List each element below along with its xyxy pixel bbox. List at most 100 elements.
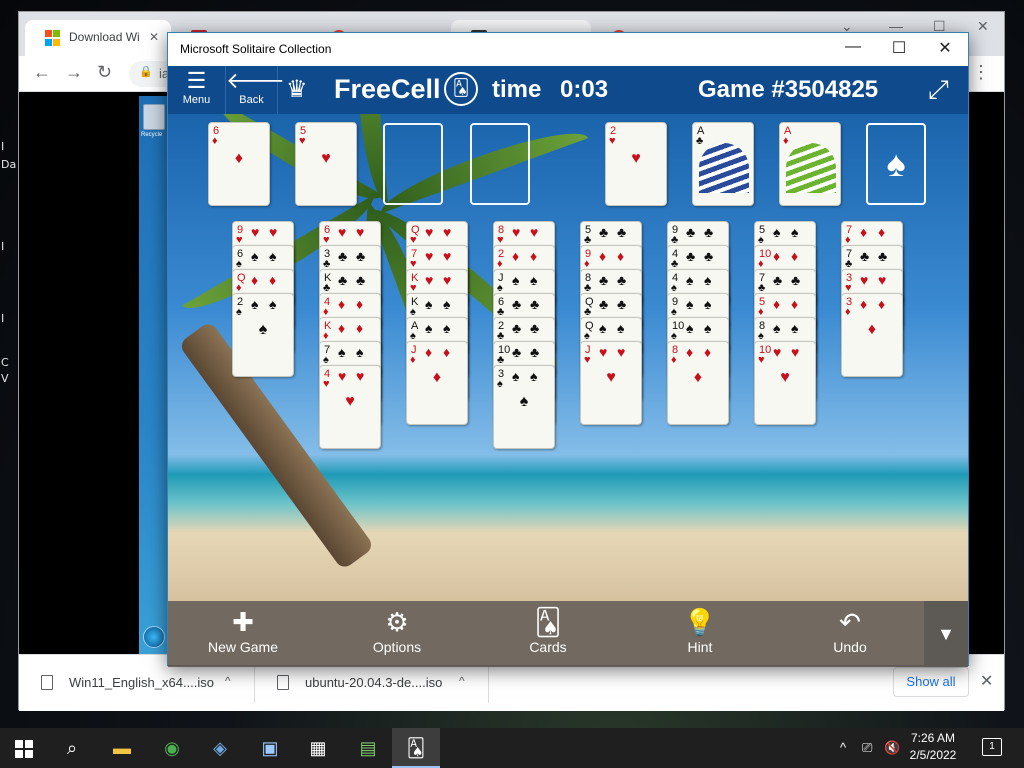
back-button[interactable]: 🡐 Back xyxy=(226,66,285,114)
tableau-card[interactable]: 3 ♦ ♦ ♦ ♦ xyxy=(841,293,903,377)
card-suit: ♠ xyxy=(791,224,799,240)
cards-label: Cards xyxy=(529,639,567,655)
installer-app-icon[interactable]: ▤ xyxy=(344,728,392,768)
card-suit: ♣ xyxy=(860,248,870,264)
network-icon[interactable]: ⎚ xyxy=(862,728,872,768)
tableau-card[interactable]: 8 ♦ ♦ ♦ ♦ xyxy=(667,341,729,425)
card-suit: ♦ xyxy=(791,296,799,312)
new-game-button[interactable]: ✚ New Game xyxy=(198,607,288,655)
card-suit: ♣ xyxy=(791,272,801,288)
tableau-card[interactable]: 2 ♠ ♠ ♠ ♠ xyxy=(232,293,294,377)
download-filename: ubuntu-20.04.3-de....iso xyxy=(305,675,443,690)
virtualbox-icon[interactable]: ◈ xyxy=(196,728,244,768)
empty-freecell-slot[interactable] xyxy=(383,123,443,205)
more-options-chevron-icon[interactable]: ▼ xyxy=(924,601,968,667)
card-pips: ♥ xyxy=(606,369,630,386)
foundation-card[interactable]: 2 ♥ ♥ xyxy=(605,122,667,206)
plus-icon: ✚ xyxy=(232,607,254,637)
chevron-up-icon[interactable]: ^ xyxy=(225,674,231,688)
card-suit: ♣ xyxy=(617,272,627,288)
search-icon[interactable]: ⌕ xyxy=(48,728,96,768)
forward-icon[interactable]: → xyxy=(65,62,83,83)
daily-challenge-badge-icon[interactable]: 🂡 xyxy=(444,72,478,106)
card-suit: ♥ xyxy=(269,224,278,240)
fullscreen-icon[interactable]: ⤢ xyxy=(928,74,949,106)
file-explorer-icon[interactable]: ▬ xyxy=(98,728,146,768)
card-suit: ♦ xyxy=(599,248,607,264)
hint-button[interactable]: 💡 Hint xyxy=(655,607,745,655)
start-button[interactable] xyxy=(0,728,48,768)
more-menu-icon[interactable]: ⋮ xyxy=(972,62,990,83)
close-window-icon[interactable]: ✕ xyxy=(977,18,989,35)
card-suit: ♣ xyxy=(512,296,522,312)
card-suit: ♠ xyxy=(704,272,712,288)
card-suit: ♠ xyxy=(512,272,520,288)
game-name: FreeCell xyxy=(334,74,441,104)
show-hidden-icons-chevron-icon[interactable]: ^ xyxy=(840,728,846,768)
card-pips: ♠ xyxy=(519,393,543,410)
card-suit: ♥ xyxy=(443,248,452,264)
tableau-card[interactable]: 3 ♠ ♠ ♠ ♠ xyxy=(493,365,555,449)
minimize-icon[interactable]: — xyxy=(830,38,876,56)
undo-label: Undo xyxy=(833,639,867,655)
card-suit: ♣ xyxy=(704,224,714,240)
recycle-bin-icon[interactable] xyxy=(143,104,165,130)
card-suit: ♦ xyxy=(791,248,799,264)
foundation-card[interactable]: A ♣ xyxy=(692,122,754,206)
card-suit: ♥ xyxy=(758,354,765,366)
maximize-icon[interactable]: ☐ xyxy=(876,38,922,58)
card-suit: ♣ xyxy=(878,248,888,264)
tableau-card[interactable]: 10 ♥ ♥ ♥ ♥ xyxy=(754,341,816,425)
options-button[interactable]: ⚙ Options xyxy=(352,607,442,655)
hint-label: Hint xyxy=(687,639,713,655)
calendar-app-icon[interactable]: ▦ xyxy=(294,728,342,768)
card-suit: ♦ xyxy=(773,296,781,312)
recycle-bin-label: Recycle xyxy=(141,132,163,138)
tableau-card[interactable]: J ♥ ♥ ♥ ♥ xyxy=(580,341,642,425)
card-suit: ♥ xyxy=(323,378,330,390)
card-suit: ♦ xyxy=(773,248,781,264)
undo-button[interactable]: ↶ Undo xyxy=(805,607,895,655)
tableau-card[interactable]: J ♦ ♦ ♦ ♦ xyxy=(406,341,468,425)
card-suit: ♥ xyxy=(251,224,260,240)
card-suit: ♥ xyxy=(425,248,434,264)
freecell-card[interactable]: 6 ♦ ♦ xyxy=(208,122,270,206)
clock-time[interactable]: 7:26 AM xyxy=(906,731,960,745)
card-suit: ♠ xyxy=(269,296,277,312)
volume-muted-icon[interactable]: 🔇 xyxy=(884,728,900,768)
solitaire-taskbar-icon[interactable]: 🂡 xyxy=(392,728,440,768)
card-pips: ♦ xyxy=(867,321,891,338)
cards-button[interactable]: 🂡 Cards xyxy=(503,607,593,655)
download-item[interactable]: Win11_English_x64....iso ^ xyxy=(19,663,255,703)
notification-center-icon[interactable]: 1 xyxy=(982,738,1002,756)
terminal-app-icon[interactable]: ▣ xyxy=(246,728,294,768)
chrome-icon[interactable]: ◉ xyxy=(148,728,196,768)
clock-date[interactable]: 2/5/2022 xyxy=(906,748,960,762)
back-icon[interactable]: ← xyxy=(33,62,51,83)
reload-icon[interactable]: ↻ xyxy=(97,62,112,83)
close-icon[interactable]: ✕ xyxy=(922,38,968,58)
file-icon xyxy=(41,675,53,690)
vm-start-orb-icon[interactable] xyxy=(143,626,165,648)
game-number: Game #3504825 xyxy=(698,76,879,103)
beach-chair-art-icon xyxy=(786,143,836,193)
menu-button[interactable]: ☰ Menu xyxy=(168,66,226,114)
foundation-card[interactable]: A ♦ xyxy=(779,122,841,206)
tableau-card[interactable]: 4 ♥ ♥ ♥ ♥ xyxy=(319,365,381,449)
card-suit: ♦ xyxy=(704,344,712,360)
close-tab-icon[interactable]: ✕ xyxy=(149,30,159,44)
time-label: time xyxy=(492,76,542,103)
card-suit: ♦ xyxy=(671,354,677,366)
freecell-card[interactable]: 5 ♥ ♥ xyxy=(295,122,357,206)
download-item[interactable]: ubuntu-20.04.3-de....iso ^ xyxy=(255,663,489,703)
cards-icon: 🂡 xyxy=(534,607,562,637)
chevron-up-icon[interactable]: ^ xyxy=(459,674,465,688)
show-all-button[interactable]: Show all xyxy=(893,667,969,697)
close-downloads-icon[interactable]: ✕ xyxy=(980,671,993,691)
undo-icon: ↶ xyxy=(839,607,861,637)
card-suit: ♣ xyxy=(686,248,696,264)
card-suit: ♣ xyxy=(617,296,627,312)
empty-freecell-slot[interactable] xyxy=(470,123,530,205)
card-suit: ♦ xyxy=(338,320,346,336)
spade-foundation-slot[interactable]: ♠ xyxy=(866,123,926,205)
